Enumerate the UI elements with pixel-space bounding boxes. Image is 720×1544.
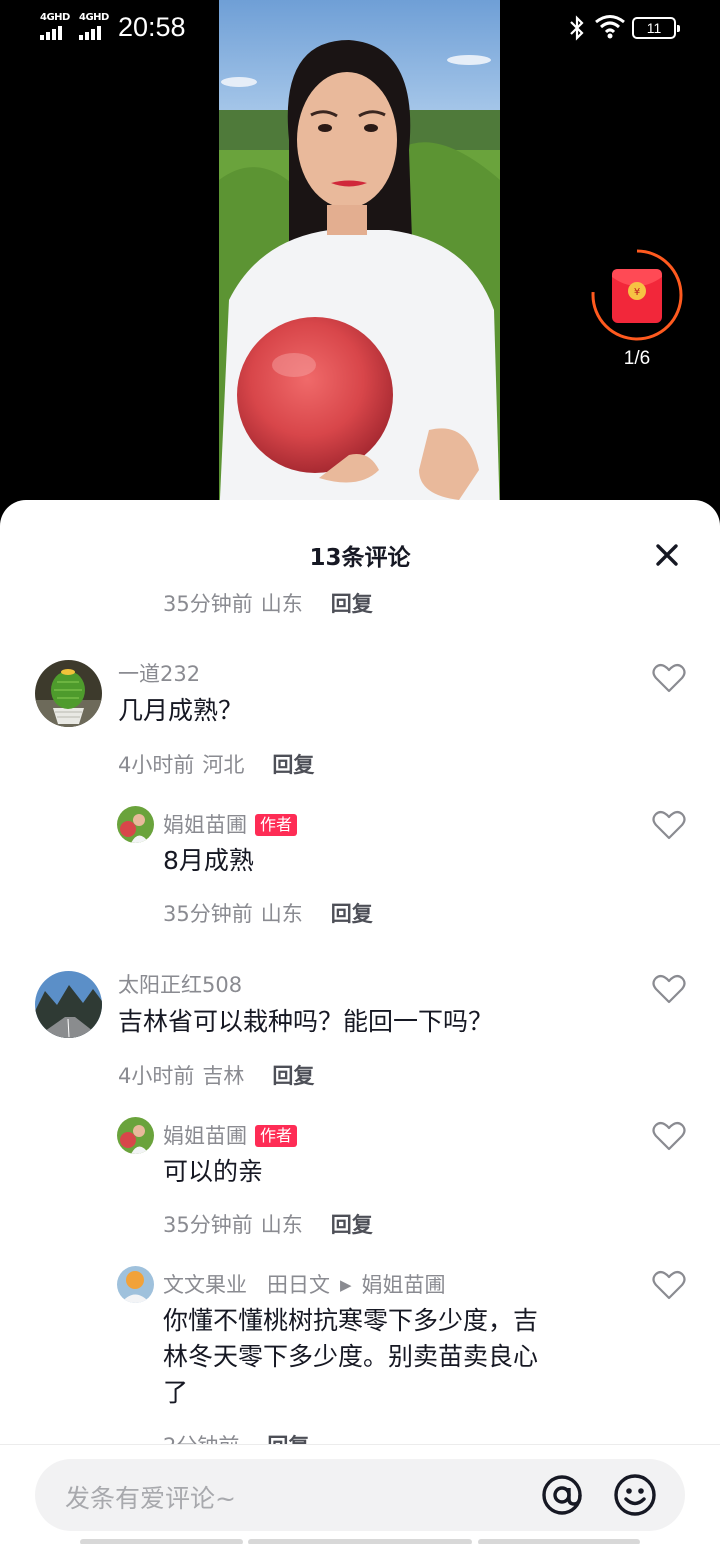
reply-username: 娟姐苗圃 作者 <box>163 1120 298 1150</box>
battery-indicator: 11 <box>632 17 680 39</box>
like-heart-icon[interactable] <box>652 974 686 1004</box>
reply-time: 35分钟前 <box>163 902 253 926</box>
wifi-icon <box>595 15 625 39</box>
landscape-avatar-image <box>35 971 102 1038</box>
clock: 20:58 <box>118 12 186 42</box>
mention-at-icon[interactable] <box>540 1473 584 1517</box>
reply-button[interactable]: 回复 <box>272 753 314 777</box>
reply-text-line: 了 <box>163 1378 189 1407</box>
reply-meta: 35分钟前 山东 回复 <box>163 898 373 928</box>
nav-bar-segment <box>80 1539 243 1544</box>
reply-location: 山东 <box>260 902 303 926</box>
comment-meta: 35分钟前 山东 回复 <box>163 588 373 618</box>
reply-button[interactable]: 回复 <box>331 902 373 926</box>
reply-time: 35分钟前 <box>163 1213 253 1237</box>
nav-bar-segment <box>248 1539 472 1544</box>
reply-button[interactable]: 回复 <box>331 1213 373 1237</box>
svg-text:¥: ¥ <box>634 287 640 298</box>
red-packet-button[interactable]: ¥ <box>590 247 684 343</box>
status-bar: 4GHD 4GHD 20:58 11 <box>0 0 720 56</box>
comment-location: 河北 <box>202 753 245 777</box>
comment-username[interactable]: 太阳正红508 <box>118 969 242 999</box>
reply-text[interactable]: 你懂不懂桃树抗寒零下多少度，吉 林冬天零下多少度。别卖苗卖良心 了 <box>163 1303 613 1411</box>
comment-list[interactable]: 13条评论 35分钟前山东回复 一道232 几月成熟？ 4小时前河北回复 <box>0 500 720 1444</box>
close-icon[interactable] <box>652 540 682 570</box>
fruit-avatar-image <box>117 1266 154 1303</box>
reply-text-line: 林冬天零下多少度。别卖苗卖良心 <box>163 1342 539 1371</box>
signal-indicator-2: 4GHD <box>79 12 115 42</box>
reply-button[interactable]: 回复 <box>331 592 373 616</box>
avatar[interactable] <box>117 1117 154 1154</box>
nav-bar-segment <box>478 1539 640 1544</box>
bluetooth-icon <box>570 15 584 41</box>
red-packet-progress: 1/6 <box>623 348 651 369</box>
reply-author-name[interactable]: 娟姐苗圃 <box>163 1124 247 1148</box>
comment-meta: 4小时前 河北 回复 <box>118 749 314 779</box>
comment-input-bar: 发条有爱评论~ <box>0 1444 720 1544</box>
signal-bars-icon <box>40 26 62 40</box>
reply-location: 山东 <box>260 1213 303 1237</box>
comment-meta: 4小时前 吉林 回复 <box>118 1060 314 1090</box>
like-heart-icon[interactable] <box>652 1270 686 1300</box>
author-avatar-image <box>117 1117 154 1154</box>
reply-middle-name[interactable]: 田日文 <box>267 1273 330 1297</box>
reply-button[interactable]: 回复 <box>272 1064 314 1088</box>
reply-username: 文文果业 田日文 ▶ 娟姐苗圃 <box>163 1269 446 1299</box>
reply-to-arrow-icon: ▶ <box>340 1276 352 1294</box>
author-badge: 作者 <box>255 814 298 836</box>
comments-count-title: 13条评论 <box>309 545 411 571</box>
comments-sheet: 13条评论 35分钟前山东回复 一道232 几月成熟？ 4小时前河北回复 <box>0 500 720 1544</box>
comment-location: 山东 <box>260 592 303 616</box>
like-heart-icon[interactable] <box>652 663 686 693</box>
comment-input-placeholder: 发条有爱评论~ <box>65 1484 236 1513</box>
comment-location: 吉林 <box>202 1064 245 1088</box>
video-frame <box>219 0 500 520</box>
avatar[interactable] <box>35 971 102 1038</box>
comment-time: 4小时前 <box>118 753 195 777</box>
like-heart-icon[interactable] <box>652 810 686 840</box>
signal-bars-icon <box>79 26 101 40</box>
reply-meta: 35分钟前 山东 回复 <box>163 1209 373 1239</box>
comment-time: 35分钟前 <box>163 592 253 616</box>
reply-button[interactable]: 回复 <box>267 1434 309 1444</box>
signal-label-1: 4GHD <box>40 12 70 23</box>
reply-time: 2分钟前 <box>163 1434 239 1444</box>
reply-username: 娟姐苗圃 作者 <box>163 809 298 839</box>
reply-text[interactable]: 可以的亲 <box>163 1154 263 1190</box>
author-badge: 作者 <box>255 1125 298 1147</box>
comment-text[interactable]: 几月成熟？ <box>118 693 243 729</box>
avatar[interactable] <box>35 660 102 727</box>
cactus-avatar-image <box>35 660 102 727</box>
avatar[interactable] <box>117 806 154 843</box>
comment-username[interactable]: 一道232 <box>118 658 200 688</box>
signal-label-2: 4GHD <box>79 12 109 23</box>
emoji-icon[interactable] <box>613 1473 657 1517</box>
reply-author-name[interactable]: 文文果业 <box>163 1273 247 1297</box>
reply-text[interactable]: 8月成熟 <box>163 843 254 879</box>
video-player[interactable] <box>219 0 500 520</box>
reply-text-line: 你懂不懂桃树抗寒零下多少度，吉 <box>163 1306 539 1335</box>
comment-text[interactable]: 吉林省可以栽种吗？能回一下吗？ <box>118 1004 493 1040</box>
reply-meta: 2分钟前 回复 <box>163 1430 309 1444</box>
author-avatar-image <box>117 806 154 843</box>
reply-to-username[interactable]: 娟姐苗圃 <box>362 1273 446 1297</box>
avatar[interactable] <box>117 1266 154 1303</box>
comment-time: 4小时前 <box>118 1064 195 1088</box>
reply-author-name[interactable]: 娟姐苗圃 <box>163 813 247 837</box>
like-heart-icon[interactable] <box>652 1121 686 1151</box>
red-packet-icon: ¥ <box>591 249 683 341</box>
signal-indicator-1: 4GHD <box>40 12 76 42</box>
comment-input[interactable]: 发条有爱评论~ <box>35 1459 685 1531</box>
